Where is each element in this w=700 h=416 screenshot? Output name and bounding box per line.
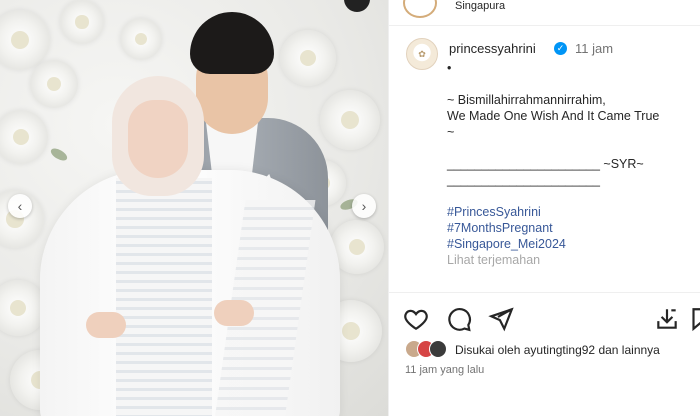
next-photo-button[interactable]: › <box>352 194 376 218</box>
liker-avatar[interactable] <box>429 340 447 358</box>
liked-by-suffix[interactable]: dan lainnya <box>598 343 659 357</box>
heart-icon[interactable] <box>403 306 429 332</box>
caption-line: • <box>447 61 452 75</box>
posted-time[interactable]: 11 jam yang lalu <box>405 364 484 376</box>
caption-line: We Made One Wish And It Came True <box>447 109 660 123</box>
more-options-dot[interactable] <box>344 0 370 12</box>
hashtag-link[interactable]: #7MonthsPregnant <box>447 220 697 236</box>
post-header: Singapura <box>389 0 700 26</box>
hand <box>214 300 254 326</box>
hand <box>86 312 126 338</box>
comment-icon[interactable] <box>446 306 472 332</box>
liked-by-label: Disukai oleh <box>455 343 521 357</box>
flower-decoration <box>280 30 336 86</box>
liked-by-username[interactable]: ayutingting92 <box>524 343 595 357</box>
caption-line: ~ Bismillahirrahmannirrahim, <box>447 93 606 107</box>
caption-text: • ~ Bismillahirrahmannirrahim, We Made O… <box>447 60 697 268</box>
verified-badge-icon: ✓ <box>554 42 567 55</box>
action-bar <box>389 292 700 340</box>
caption-line: ~ <box>447 125 455 139</box>
flower-decoration <box>0 10 50 70</box>
flower-decoration <box>120 18 162 60</box>
flower-decoration <box>60 0 104 44</box>
download-icon[interactable] <box>654 306 680 332</box>
woman-face <box>128 100 188 178</box>
caption-line <box>447 76 697 92</box>
bookmark-icon[interactable] <box>687 306 700 332</box>
leaf-decoration <box>48 146 70 163</box>
likes-text: Disukai oleh ayutingting92 dan lainnya <box>455 343 660 357</box>
caption-time[interactable]: 11 jam <box>575 41 613 56</box>
flower-decoration <box>30 60 78 108</box>
prev-photo-button[interactable]: ‹ <box>8 194 32 218</box>
caption-avatar[interactable]: ✿ <box>406 38 438 70</box>
see-translation-link[interactable]: Lihat terjemahan <box>447 252 697 268</box>
dress-embroidery <box>116 178 212 416</box>
flower-decoration <box>0 110 48 164</box>
share-icon[interactable] <box>488 306 514 332</box>
header-avatar[interactable] <box>403 0 437 18</box>
location-link[interactable]: Singapura <box>455 0 505 12</box>
caption-line <box>447 140 697 156</box>
post-details-panel: Singapura ✿ princessyahrini ✓ 11 jam • ~… <box>388 0 700 416</box>
flower-decoration <box>320 90 380 150</box>
caption-line <box>447 188 697 204</box>
man-hair <box>190 12 274 74</box>
caption-line: ______________________ ~SYR~ <box>447 157 644 171</box>
hashtag-link[interactable]: #PrincesSyahrini <box>447 204 697 220</box>
hashtag-link[interactable]: #Singapore_Mei2024 <box>447 236 697 252</box>
caption-username[interactable]: princessyahrini <box>449 41 536 56</box>
caption-line: ______________________ <box>447 173 600 187</box>
post-photo[interactable]: ‹ › <box>0 0 388 416</box>
